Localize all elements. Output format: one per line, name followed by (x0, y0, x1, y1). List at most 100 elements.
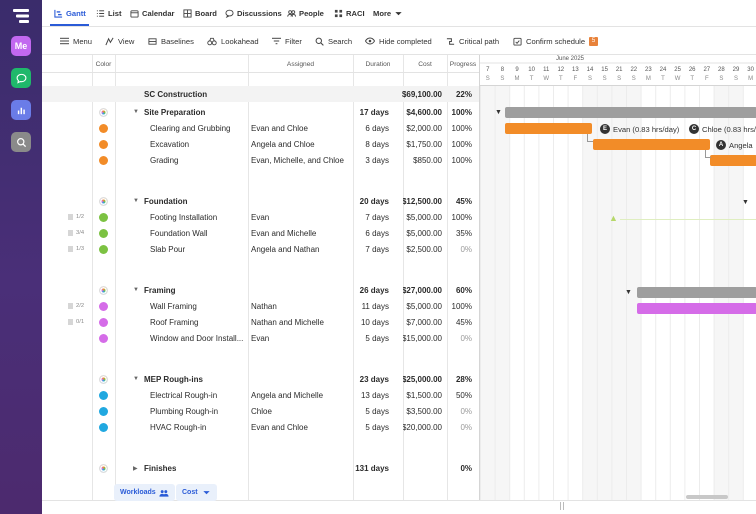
chat-button[interactable] (11, 68, 31, 88)
task-row[interactable]: 0/1 Roof Framing Nathan and Michelle 10 … (42, 314, 479, 330)
baselines-label: Baselines (161, 36, 194, 46)
color-dot[interactable] (99, 225, 108, 241)
color-dot[interactable] (99, 419, 108, 435)
clearing-bar[interactable] (505, 123, 592, 134)
tab-calendar[interactable]: Calendar (130, 0, 175, 26)
tab-people[interactable]: People (287, 0, 324, 26)
resource-label-angela[interactable]: A Angela (716, 140, 753, 150)
workloads-button[interactable]: Workloads (114, 484, 175, 501)
collapse-icon[interactable]: ▼ (133, 371, 139, 387)
multicolor-dot-icon[interactable] (99, 371, 108, 387)
menu-button[interactable]: Menu (60, 27, 92, 55)
column-header-progress[interactable]: Progress (447, 55, 479, 73)
confirm-schedule-button[interactable]: Confirm schedule 5 (513, 27, 599, 55)
baselines-button[interactable]: Baselines (148, 27, 194, 55)
tab-more[interactable]: More (373, 0, 406, 26)
view-button[interactable]: View (105, 27, 134, 55)
resource-label-chloe[interactable]: C Chloe (0.83 hrs/day) (689, 124, 756, 134)
tab-board[interactable]: Board (183, 0, 217, 26)
framing-summary-bar[interactable] (637, 287, 756, 298)
collapse-icon[interactable]: ▼ (133, 282, 139, 298)
reports-button[interactable] (11, 100, 31, 120)
collapse-icon[interactable]: ▼ (495, 109, 502, 116)
color-dot[interactable] (99, 387, 108, 403)
dependency-indicator[interactable]: 2/2 (68, 303, 84, 309)
task-cost: $1,750.00 (406, 139, 442, 149)
global-search-button[interactable] (11, 132, 31, 152)
task-row[interactable]: Window and Door Install... Evan 5 days $… (42, 330, 479, 346)
project-summary-row[interactable]: SC Construction $69,100.00 22% (42, 86, 479, 102)
cost-button[interactable]: Cost (176, 484, 217, 501)
group-progress: 60% (455, 285, 472, 295)
collapse-icon[interactable]: ▼ (742, 199, 749, 206)
warning-triangle-icon[interactable]: ▲ (609, 213, 618, 223)
group-duration: 26 days (359, 285, 389, 295)
multicolor-dot-icon[interactable] (99, 282, 108, 298)
hide-completed-button[interactable]: Hide completed (365, 27, 432, 55)
resource-label-evan[interactable]: E Evan (0.83 hrs/day) (600, 124, 679, 134)
excavation-bar[interactable] (593, 139, 710, 150)
task-row[interactable]: 2/2 Wall Framing Nathan 11 days $5,000.0… (42, 298, 479, 314)
site-prep-summary-bar[interactable] (505, 107, 756, 118)
collapse-icon[interactable]: ▼ (625, 289, 632, 296)
tab-gantt[interactable]: Gantt (54, 0, 86, 26)
collapse-icon[interactable]: ▼ (133, 193, 139, 209)
dependency-indicator[interactable]: 0/1 (68, 319, 84, 325)
column-header-cost[interactable]: Cost (403, 55, 447, 73)
color-dot[interactable] (99, 298, 108, 314)
task-row[interactable]: HVAC Rough-in Evan and Chloe 5 days $20,… (42, 419, 479, 435)
task-row[interactable]: Electrical Rough-in Angela and Michelle … (42, 387, 479, 403)
group-row[interactable]: ▼ Framing 26 days $27,000.00 60% (42, 282, 479, 298)
tab-raci[interactable]: RACI (334, 0, 365, 26)
multicolor-dot-icon[interactable] (99, 104, 108, 120)
filter-button[interactable]: Filter (272, 27, 302, 55)
task-row[interactable]: Clearing and Grubbing Evan and Chloe 6 d… (42, 120, 479, 136)
column-header-color[interactable]: Color (92, 55, 115, 73)
color-dot[interactable] (99, 152, 108, 168)
group-row[interactable]: ▼ Foundation 20 days $12,500.00 45% (42, 193, 479, 209)
pane-resize-handle[interactable] (560, 502, 564, 510)
expand-icon[interactable]: ▶ (133, 460, 138, 476)
weekday-letter: M (514, 76, 520, 82)
group-row[interactable]: ▼ MEP Rough-ins 23 days $25,000.00 28% (42, 371, 479, 387)
multicolor-dot-icon[interactable] (99, 460, 108, 476)
search-button[interactable]: Search (315, 27, 352, 55)
grading-bar[interactable] (710, 155, 756, 166)
board-icon (183, 8, 192, 18)
task-row[interactable]: Excavation Angela and Chloe 8 days $1,75… (42, 136, 479, 152)
collapse-icon[interactable]: ▼ (133, 104, 139, 120)
lookahead-button[interactable]: Lookahead (207, 27, 259, 55)
column-header-assigned[interactable]: Assigned (248, 55, 353, 73)
wall-framing-bar[interactable] (637, 303, 756, 314)
dependency-indicator[interactable]: 1/3 (68, 246, 84, 252)
color-dot[interactable] (99, 330, 108, 346)
me-button[interactable]: Me (11, 36, 31, 56)
color-dot[interactable] (99, 241, 108, 257)
dependency-indicator[interactable]: 1/2 (68, 214, 84, 220)
column-header-duration[interactable]: Duration (353, 55, 403, 73)
dependency-indicator[interactable]: 3/4 (68, 230, 84, 236)
color-dot[interactable] (99, 314, 108, 330)
color-dot[interactable] (99, 403, 108, 419)
task-row[interactable]: Grading Evan, Michelle, and Chloe 3 days… (42, 152, 479, 168)
task-row[interactable]: 3/4 Foundation Wall Evan and Michelle 6 … (42, 225, 479, 241)
task-duration: 5 days (365, 406, 389, 416)
task-row[interactable]: 1/3 Slab Pour Angela and Nathan 7 days $… (42, 241, 479, 257)
calendar-check-icon (513, 37, 522, 46)
group-row[interactable]: ▶ Finishes 131 days 0% (42, 460, 479, 476)
angela-avatar-badge: A (716, 140, 726, 150)
task-row[interactable]: Plumbing Rough-in Chloe 5 days $3,500.00… (42, 403, 479, 419)
horizontal-scrollbar[interactable] (686, 495, 728, 499)
group-row[interactable]: ▼ Site Preparation 17 days $4,600.00 100… (42, 104, 479, 120)
app-logo-icon[interactable] (12, 8, 30, 24)
multicolor-dot-icon[interactable] (99, 193, 108, 209)
color-dot[interactable] (99, 136, 108, 152)
tab-discussions[interactable]: Discussions (225, 0, 282, 26)
critical-path-button[interactable]: Critical path (446, 27, 499, 55)
group-duration: 17 days (359, 107, 389, 117)
color-dot[interactable] (99, 209, 108, 225)
view-icon (105, 37, 114, 45)
task-row[interactable]: 1/2 Footing Installation Evan 7 days $5,… (42, 209, 479, 225)
color-dot[interactable] (99, 120, 108, 136)
tab-list[interactable]: List (96, 0, 122, 26)
